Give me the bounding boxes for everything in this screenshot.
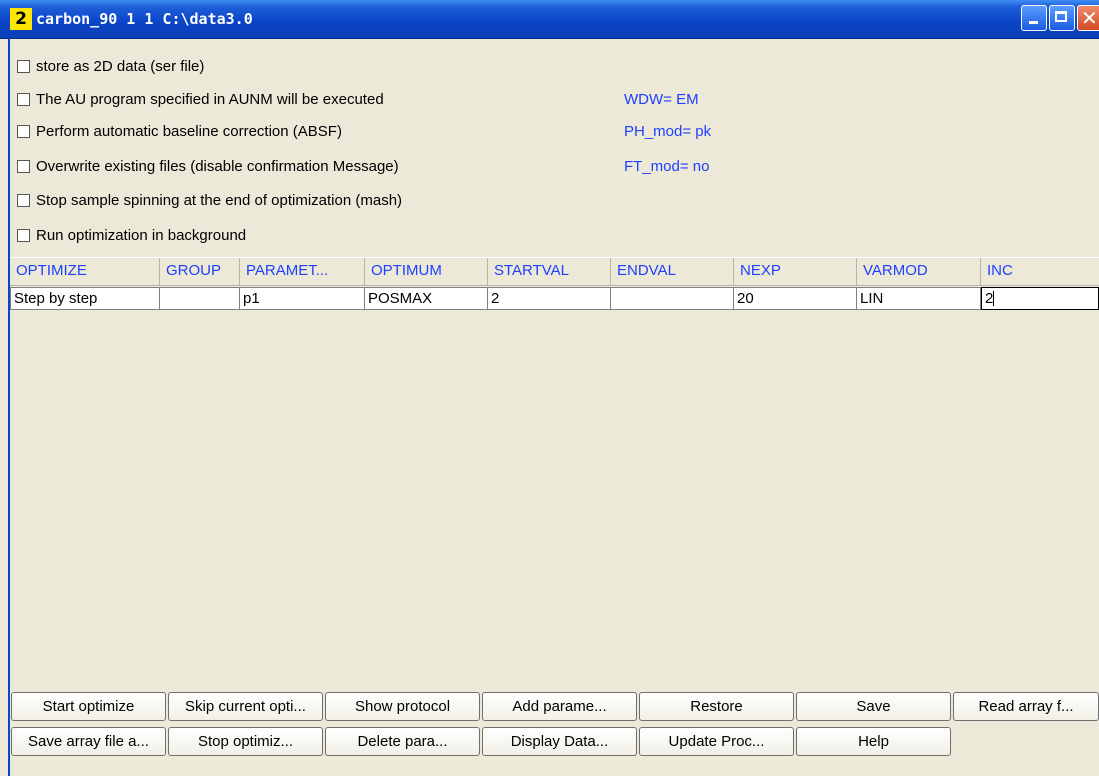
checkbox[interactable] (17, 60, 30, 73)
help-button[interactable]: Help (796, 727, 951, 756)
cell-nexp[interactable]: 20 (734, 287, 857, 310)
cell-optimum[interactable]: POSMAX (365, 287, 488, 310)
delete-parameter-button[interactable]: Delete para... (325, 727, 480, 756)
table-row[interactable]: Step by step p1 POSMAX 2 20 LIN 2 (10, 287, 1099, 310)
show-protocol-button[interactable]: Show protocol (325, 692, 480, 721)
option-baseline-correction[interactable]: Perform automatic baseline correction (A… (17, 121, 342, 143)
window-title: carbon_90 1 1 C:\data3.0 (36, 10, 253, 28)
parameter-table: OPTIMIZE GROUP PARAMET... OPTIMUM STARTV… (10, 257, 1099, 687)
maximize-button[interactable] (1049, 5, 1075, 31)
display-data-button[interactable]: Display Data... (482, 727, 637, 756)
cell-optimize[interactable]: Step by step (10, 287, 160, 310)
minimize-icon (1029, 21, 1038, 24)
cell-varmod[interactable]: LIN (857, 287, 981, 310)
column-header-startval[interactable]: STARTVAL (488, 258, 611, 286)
restore-button[interactable]: Restore (639, 692, 794, 721)
minimize-button[interactable] (1021, 5, 1047, 31)
column-header-varmod[interactable]: VARMOD (857, 258, 981, 286)
skip-current-optimization-button[interactable]: Skip current opti... (168, 692, 323, 721)
column-header-group[interactable]: GROUP (160, 258, 240, 286)
cell-group[interactable] (160, 287, 240, 310)
option-label: Perform automatic baseline correction (A… (36, 123, 342, 140)
column-header-inc[interactable]: INC (981, 258, 1099, 286)
update-processing-button[interactable]: Update Proc... (639, 727, 794, 756)
option-label: Overwrite existing files (disable confir… (36, 158, 399, 175)
column-header-nexp[interactable]: NEXP (734, 258, 857, 286)
checkbox[interactable] (17, 93, 30, 106)
cell-inc-value: 2 (985, 290, 994, 307)
checkbox[interactable] (17, 125, 30, 138)
window-number-badge: 2 (10, 8, 32, 30)
wdw-status: WDW= EM (624, 91, 699, 108)
option-label: Run optimization in background (36, 227, 247, 244)
cell-endval[interactable] (611, 287, 734, 310)
column-header-endval[interactable]: ENDVAL (611, 258, 734, 286)
save-button[interactable]: Save (796, 692, 951, 721)
read-array-file-button[interactable]: Read array f... (953, 692, 1099, 721)
option-execute-au-program[interactable]: The AU program specified in AUNM will be… (17, 89, 384, 111)
title-bar[interactable]: 2 carbon_90 1 1 C:\data3.0 ✕ (0, 0, 1099, 39)
start-optimize-button[interactable]: Start optimize (11, 692, 166, 721)
text-cursor (993, 291, 995, 306)
option-label: Stop sample spinning at the end of optim… (36, 192, 403, 209)
ph-mod-status: PH_mod= pk (624, 123, 712, 140)
cell-inc-editing[interactable]: 2 (981, 287, 1099, 310)
stop-optimize-button[interactable]: Stop optimiz... (168, 727, 323, 756)
option-overwrite-files[interactable]: Overwrite existing files (disable confir… (17, 156, 399, 178)
table-header: OPTIMIZE GROUP PARAMET... OPTIMUM STARTV… (10, 258, 1099, 286)
option-stop-spinning[interactable]: Stop sample spinning at the end of optim… (17, 190, 402, 212)
cell-startval[interactable]: 2 (488, 287, 611, 310)
option-store-2d[interactable]: store as 2D data (ser file) (17, 56, 204, 78)
column-header-optimum[interactable]: OPTIMUM (365, 258, 488, 286)
column-header-parameter[interactable]: PARAMET... (240, 258, 365, 286)
checkbox[interactable] (17, 229, 30, 242)
add-parameter-button[interactable]: Add parame... (482, 692, 637, 721)
save-array-file-button[interactable]: Save array file a... (11, 727, 166, 756)
option-run-background[interactable]: Run optimization in background (17, 225, 246, 247)
checkbox[interactable] (17, 160, 30, 173)
cell-parameter[interactable]: p1 (240, 287, 365, 310)
option-label: The AU program specified in AUNM will be… (36, 91, 384, 108)
option-label: store as 2D data (ser file) (36, 58, 205, 75)
checkbox[interactable] (17, 194, 30, 207)
close-icon: ✕ (1081, 6, 1098, 30)
column-header-optimize[interactable]: OPTIMIZE (10, 258, 160, 286)
close-button[interactable]: ✕ (1077, 5, 1099, 31)
maximize-icon (1055, 11, 1067, 22)
ft-mod-status: FT_mod= no (624, 158, 710, 175)
